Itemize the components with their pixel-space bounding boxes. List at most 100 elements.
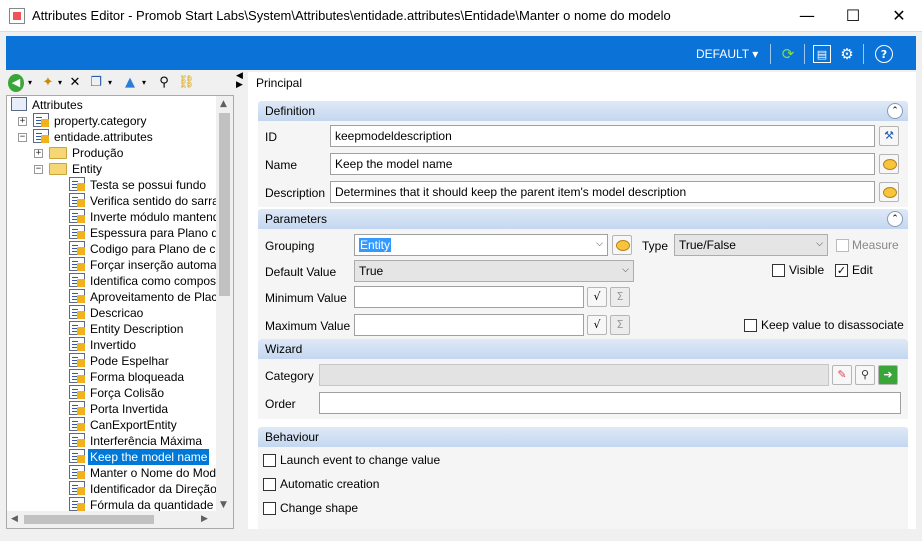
description-field[interactable]: Determines that it should keep the paren… <box>330 181 875 203</box>
measure-checkbox[interactable] <box>836 239 849 252</box>
delete-icon[interactable]: ✕ <box>68 74 82 92</box>
tree-item[interactable]: Descricao <box>69 305 145 321</box>
attribute-icon <box>69 417 85 431</box>
tree-item[interactable]: Invertido <box>69 337 138 353</box>
panel-title: Principal <box>256 76 303 90</box>
expand-node-icon[interactable]: + <box>18 117 27 126</box>
back-icon[interactable]: ◀ <box>8 74 24 92</box>
tree-item[interactable]: Manter o Nome do Modelo <box>69 465 233 481</box>
tree-hscroll-thumb[interactable] <box>24 515 154 524</box>
expand-node-icon[interactable]: + <box>34 149 43 158</box>
visible-checkbox[interactable] <box>772 264 785 277</box>
launch-event-checkbox[interactable] <box>263 454 276 467</box>
id-generate-button[interactable]: ⚒ <box>879 126 899 146</box>
tree-item[interactable]: CanExportEntity <box>69 417 179 433</box>
tree-item[interactable]: Espessura para Plano de c <box>69 225 233 241</box>
refresh-icon[interactable]: ⟳ <box>779 45 797 63</box>
eraser-icon[interactable]: ✎ <box>832 365 852 385</box>
tree-item[interactable]: Aproveitamento de Placa <box>69 289 226 305</box>
link-icon[interactable]: ⛓ <box>178 74 195 92</box>
tree-item[interactable]: Testa se possui fundo <box>69 177 208 193</box>
new-icon[interactable]: ✦ <box>40 74 56 92</box>
collapse-node-icon[interactable]: − <box>18 133 27 142</box>
minimize-button[interactable]: — <box>784 0 830 32</box>
tree-root[interactable]: Attributes <box>11 97 85 113</box>
tree-vertical-scrollbar[interactable]: ▲ ▼ <box>216 96 233 513</box>
tree-item[interactable]: Identificador da Direção d <box>69 481 229 497</box>
copy-dropdown-icon[interactable]: ▾ <box>106 74 114 92</box>
settings-icon[interactable]: ⚙ <box>838 45 856 63</box>
minimum-sum-button[interactable]: Σ <box>610 287 630 307</box>
order-field[interactable] <box>319 392 901 414</box>
scroll-right-icon[interactable]: ▶ <box>201 514 208 524</box>
default-profile-dropdown[interactable]: DEFAULT ▾ <box>696 47 758 61</box>
tree-item-label: Entity <box>72 162 103 176</box>
collapse-node-icon[interactable]: − <box>34 165 43 174</box>
description-translate-button[interactable] <box>879 182 899 202</box>
attribute-icon <box>69 321 85 335</box>
move-up-icon[interactable]: ▲ <box>122 74 138 92</box>
move-dropdown-icon[interactable]: ▾ <box>140 74 148 92</box>
name-translate-button[interactable] <box>879 154 899 174</box>
collapse-definition-icon[interactable]: ⌃ <box>887 103 903 119</box>
tree-item[interactable]: Entity Description <box>69 321 185 337</box>
tree-item-label: entidade.attributes <box>54 130 153 144</box>
close-button[interactable]: ✕ <box>876 0 922 32</box>
maximum-value-field[interactable] <box>354 314 584 336</box>
parameters-header[interactable]: Parameters ⌃ <box>258 209 908 229</box>
definition-header[interactable]: Definition ⌃ <box>258 101 908 121</box>
grouping-dropdown[interactable]: Entity ⌵ <box>354 234 608 256</box>
collapse-parameters-icon[interactable]: ⌃ <box>887 211 903 227</box>
tree-item[interactable]: Interferência Máxima <box>69 433 204 449</box>
maximum-formula-button[interactable]: √ <box>587 315 607 335</box>
minimum-value-field[interactable] <box>354 286 584 308</box>
maximum-sum-button[interactable]: Σ <box>610 315 630 335</box>
default-value-dropdown[interactable]: True ⌵ <box>354 260 634 282</box>
behaviour-header[interactable]: Behaviour <box>258 427 908 447</box>
tree-item[interactable]: Codigo para Plano de corte <box>69 241 233 257</box>
grouping-translate-button[interactable] <box>612 235 632 255</box>
tree-item[interactable]: Entity <box>49 161 104 177</box>
tree-item[interactable]: Pode Espelhar <box>69 353 171 369</box>
new-dropdown-icon[interactable]: ▾ <box>56 74 64 92</box>
tree-scroll-thumb[interactable] <box>219 113 230 296</box>
go-category-icon[interactable]: ➜ <box>878 365 898 385</box>
tree-item[interactable]: Porta Invertida <box>69 401 170 417</box>
layout-icon[interactable]: ▤ <box>813 45 831 63</box>
find-icon[interactable]: ⚲ <box>156 74 172 92</box>
tree-item[interactable]: Força Colisão <box>69 385 166 401</box>
tree-item[interactable]: Inverte módulo mantendo o <box>69 209 233 225</box>
wizard-header[interactable]: Wizard <box>258 339 908 359</box>
tree-horizontal-scrollbar[interactable]: ◀ ▶ <box>7 511 233 528</box>
minimum-formula-button[interactable]: √ <box>587 287 607 307</box>
back-dropdown-icon[interactable]: ▾ <box>26 74 34 92</box>
tree-item[interactable]: entidade.attributes <box>33 129 155 145</box>
tree-item[interactable]: Verifica sentido do sarrafo <box>69 193 231 209</box>
wizard-body: Category ✎ ⚲ ➜ Order <box>258 359 908 419</box>
tree-item[interactable]: Forma bloqueada <box>69 369 186 385</box>
attributes-tree[interactable]: Attributes property.category + entidade.at… <box>6 95 234 529</box>
automatic-creation-checkbox[interactable] <box>263 478 276 491</box>
attribute-icon <box>69 401 85 415</box>
find-category-icon[interactable]: ⚲ <box>855 365 875 385</box>
tree-item[interactable]: Keep the model name <box>69 449 210 465</box>
id-field[interactable]: keepmodeldescription <box>330 125 875 147</box>
copy-icon[interactable]: ❐ <box>88 74 104 92</box>
category-field[interactable] <box>319 364 829 386</box>
scroll-left-icon[interactable]: ◀ <box>11 514 18 524</box>
keep-value-checkbox[interactable] <box>744 319 757 332</box>
tree-item[interactable]: Identifica como composição <box>69 273 233 289</box>
attribute-icon <box>69 369 85 383</box>
scroll-up-icon[interactable]: ▲ <box>220 99 227 109</box>
change-shape-checkbox[interactable] <box>263 502 276 515</box>
scroll-down-icon[interactable]: ▼ <box>220 500 227 510</box>
tree-item[interactable]: Produção <box>49 145 125 161</box>
name-field[interactable]: Keep the model name <box>330 153 875 175</box>
maximize-button[interactable]: ☐ <box>830 0 876 32</box>
tree-item[interactable]: property.category <box>33 113 149 129</box>
collapse-panel-icon[interactable]: ◀ ▶ <box>236 72 246 90</box>
tree-item[interactable]: Forçar inserção automatica <box>69 257 233 273</box>
edit-checkbox[interactable]: ✓ <box>835 264 848 277</box>
type-dropdown[interactable]: True/False ⌵ <box>674 234 828 256</box>
help-icon[interactable]: ? <box>875 45 893 63</box>
